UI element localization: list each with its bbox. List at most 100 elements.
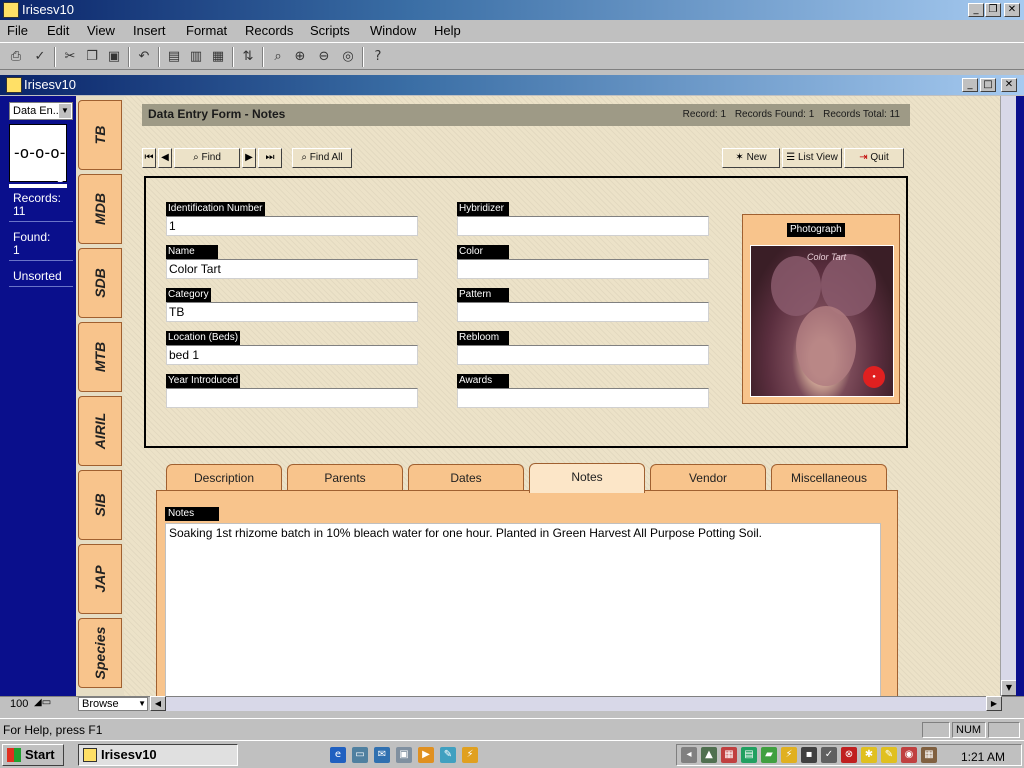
menu-insert[interactable]: Insert bbox=[133, 23, 166, 38]
help-icon[interactable]: ? bbox=[368, 47, 388, 67]
scroll-down-icon[interactable]: ▼ bbox=[1001, 680, 1017, 696]
tray-icon[interactable]: ▪ bbox=[801, 747, 817, 763]
side-tab-tb[interactable]: TB bbox=[78, 100, 122, 170]
outlook-icon[interactable]: ✉ bbox=[374, 747, 390, 763]
scroll-left-icon[interactable]: ◀ bbox=[150, 696, 166, 711]
tray-icon[interactable]: ⚡ bbox=[781, 747, 797, 763]
last-record-button[interactable]: ⏭ bbox=[258, 148, 282, 168]
volume-icon[interactable]: ◂ bbox=[681, 747, 697, 763]
cut-icon[interactable]: ✂ bbox=[60, 47, 80, 67]
menu-records[interactable]: Records bbox=[245, 23, 293, 38]
tab-vendor[interactable]: Vendor bbox=[650, 464, 766, 492]
delete-record-icon[interactable]: ▦ bbox=[208, 47, 228, 67]
media-icon[interactable]: ▣ bbox=[396, 747, 412, 763]
pattern-field[interactable] bbox=[457, 302, 709, 322]
document-maximize-button[interactable]: □ bbox=[980, 78, 996, 92]
sort-icon[interactable]: ⇅ bbox=[238, 47, 258, 67]
tray-icon[interactable]: ✓ bbox=[821, 747, 837, 763]
document-close-button[interactable]: ✕ bbox=[1001, 78, 1017, 92]
identification-number-field[interactable]: 1 bbox=[166, 216, 418, 236]
scroll-right-icon[interactable]: ▶ bbox=[986, 696, 1002, 711]
previous-record-button[interactable]: ◀ bbox=[158, 148, 172, 168]
copy-icon[interactable]: ❐ bbox=[82, 47, 102, 67]
paste-icon[interactable]: ▣ bbox=[104, 47, 124, 67]
clock[interactable]: 1:21 AM bbox=[961, 750, 1005, 764]
antivirus-icon[interactable]: ⊗ bbox=[841, 747, 857, 763]
internet-explorer-icon[interactable]: e bbox=[330, 747, 346, 763]
tray-icon[interactable]: ◉ bbox=[901, 747, 917, 763]
new-record-icon[interactable]: ▤ bbox=[164, 47, 184, 67]
notes-field[interactable]: Soaking 1st rhizome batch in 10% bleach … bbox=[165, 523, 881, 696]
menu-help[interactable]: Help bbox=[434, 23, 461, 38]
start-button[interactable]: Start bbox=[2, 744, 64, 766]
first-record-button[interactable]: ⏮ bbox=[142, 148, 156, 168]
menu-edit[interactable]: Edit bbox=[47, 23, 69, 38]
quicklaunch-icon[interactable]: ✎ bbox=[440, 747, 456, 763]
find-all-button[interactable]: ⌕ Find All bbox=[292, 148, 352, 168]
find-all-icon[interactable]: ⊕ bbox=[290, 47, 310, 67]
network-icon[interactable]: ▦ bbox=[721, 747, 737, 763]
side-tab-sib[interactable]: SIB bbox=[78, 470, 122, 540]
horizontal-scrollbar[interactable]: ◀ ▶ bbox=[150, 696, 1002, 711]
color-field[interactable] bbox=[457, 259, 709, 279]
tab-description[interactable]: Description bbox=[166, 464, 282, 492]
tab-dates[interactable]: Dates bbox=[408, 464, 524, 492]
side-tab-mtb[interactable]: MTB bbox=[78, 322, 122, 392]
tray-icon[interactable]: ✎ bbox=[881, 747, 897, 763]
menu-window[interactable]: Window bbox=[370, 23, 416, 38]
vertical-scrollbar[interactable]: ▼ bbox=[1000, 96, 1017, 696]
tab-notes[interactable]: Notes bbox=[529, 463, 645, 493]
location-field[interactable]: bed 1 bbox=[166, 345, 418, 365]
show-all-icon[interactable]: ◎ bbox=[338, 47, 358, 67]
tab-miscellaneous[interactable]: Miscellaneous bbox=[771, 464, 887, 492]
tray-icon[interactable]: ▤ bbox=[741, 747, 757, 763]
document-minimize-button[interactable]: _ bbox=[962, 78, 978, 92]
mode-selector[interactable]: Browse ▼ bbox=[78, 697, 148, 711]
show-desktop-icon[interactable]: ▭ bbox=[352, 747, 368, 763]
hybridizer-field[interactable] bbox=[457, 216, 709, 236]
layout-selector[interactable]: Data En... ▼ bbox=[9, 102, 73, 120]
menu-format[interactable]: Format bbox=[186, 23, 227, 38]
find-mode-icon[interactable]: ⌕ bbox=[268, 47, 288, 67]
tab-parents[interactable]: Parents bbox=[287, 464, 403, 492]
list-view-button[interactable]: ☰ List View bbox=[782, 148, 842, 168]
document-icon[interactable] bbox=[6, 77, 22, 93]
tray-icon[interactable]: ▰ bbox=[761, 747, 777, 763]
name-field[interactable]: Color Tart bbox=[166, 259, 418, 279]
find-button[interactable]: ⌕ Find bbox=[174, 148, 240, 168]
tray-icon[interactable]: ▲ bbox=[701, 747, 717, 763]
omit-icon[interactable]: ⊖ bbox=[314, 47, 334, 67]
close-button[interactable]: ✕ bbox=[1004, 3, 1020, 17]
side-tab-jap[interactable]: JAP bbox=[78, 544, 122, 614]
iris-photograph[interactable]: Color Tart ● bbox=[750, 245, 894, 397]
zoom-controls-icon[interactable]: ◢▭ bbox=[34, 697, 51, 708]
quicklaunch-icon[interactable]: ⚡ bbox=[462, 747, 478, 763]
side-tab-airil[interactable]: AIRIL bbox=[78, 396, 122, 466]
menu-file[interactable]: File bbox=[7, 23, 28, 38]
app-icon[interactable] bbox=[3, 2, 19, 18]
side-tab-sdb[interactable]: SDB bbox=[78, 248, 122, 318]
side-tab-mdb[interactable]: MDB bbox=[78, 174, 122, 244]
restore-button[interactable]: ❐ bbox=[985, 3, 1001, 17]
menu-scripts[interactable]: Scripts bbox=[310, 23, 350, 38]
taskbar-app-button[interactable]: Irisesv10 bbox=[78, 744, 238, 766]
new-record-button[interactable]: ✶ New bbox=[722, 148, 780, 168]
tray-icon[interactable]: ✱ bbox=[861, 747, 877, 763]
zoom-level[interactable]: 100 bbox=[10, 698, 28, 710]
minimize-button[interactable]: _ bbox=[968, 3, 984, 17]
record-slider[interactable] bbox=[9, 184, 67, 188]
undo-icon[interactable]: ↶ bbox=[134, 47, 154, 67]
side-tab-species[interactable]: Species bbox=[78, 618, 122, 688]
print-icon[interactable]: ⎙ bbox=[6, 47, 26, 67]
menu-view[interactable]: View bbox=[87, 23, 115, 38]
year-introduced-field[interactable] bbox=[166, 388, 418, 408]
tray-icon[interactable]: ▦ bbox=[921, 747, 937, 763]
category-field[interactable]: TB bbox=[166, 302, 418, 322]
quit-button[interactable]: ⇥ Quit bbox=[844, 148, 904, 168]
duplicate-record-icon[interactable]: ▥ bbox=[186, 47, 206, 67]
rebloom-field[interactable] bbox=[457, 345, 709, 365]
spellcheck-icon[interactable]: ✓ bbox=[30, 47, 50, 67]
player-icon[interactable]: ▶ bbox=[418, 747, 434, 763]
next-record-button[interactable]: ▶ bbox=[242, 148, 256, 168]
awards-field[interactable] bbox=[457, 388, 709, 408]
